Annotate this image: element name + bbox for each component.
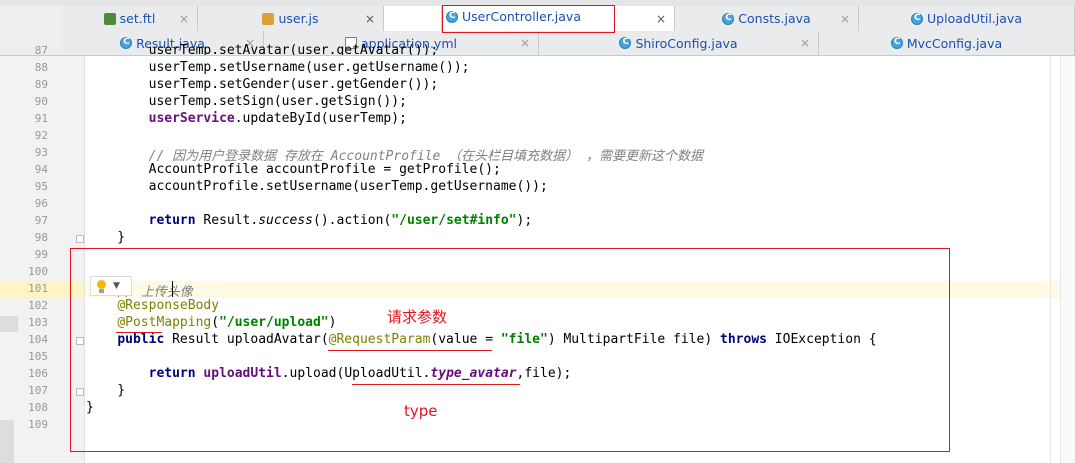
tab-label: UploadUtil.java (927, 11, 1022, 26)
code-line: userService.updateById(userTemp); (148, 111, 407, 126)
tab-consts-java[interactable]: Consts.java × (675, 6, 859, 31)
annotation-type: type (404, 402, 438, 420)
java-class-icon (890, 37, 903, 49)
java-class-icon (619, 37, 632, 49)
code-line: userTemp.setSign(user.getSign()); (86, 94, 407, 109)
close-icon[interactable]: × (365, 12, 375, 26)
tab-blank[interactable] (384, 6, 442, 31)
annotation-request-param: 请求参数 (387, 308, 448, 326)
tab-label: ShiroConfig.java (635, 35, 738, 51)
line-number: 105 (28, 350, 48, 363)
code-line: userTemp.setGender(user.getGender()); (86, 77, 439, 92)
tab-mvcconfig-java[interactable]: MvcConfig.java (819, 31, 1075, 55)
underline-uploadutil-type (352, 384, 520, 385)
close-icon[interactable]: × (179, 12, 189, 26)
line-number: 89 (34, 78, 48, 91)
tab-label: MvcConfig.java (906, 35, 1003, 51)
left-strip-marker (0, 420, 14, 463)
line-number: 87 (34, 44, 48, 57)
line-number: 94 (34, 163, 48, 176)
code-line: userTemp.setAvatar(user.getAvatar()); (86, 43, 439, 55)
line-number: 101 (28, 282, 48, 295)
code-line: AccountProfile accountProfile = getProfi… (86, 162, 501, 177)
tab-highlight-box (442, 5, 615, 33)
code-line: } (86, 230, 126, 245)
tab-label: Consts.java (738, 11, 811, 26)
left-strip-marker (0, 316, 18, 332)
line-number: 95 (34, 180, 48, 193)
line-number: 98 (34, 231, 48, 244)
close-icon[interactable]: × (656, 12, 666, 26)
tab-shiroconfig-java[interactable]: ShiroConfig.java × (539, 31, 819, 55)
underline-postmapping (116, 332, 162, 333)
close-icon[interactable]: × (840, 12, 850, 26)
code-highlight-box (70, 248, 950, 452)
java-class-icon (722, 12, 735, 25)
line-number: 104 (28, 333, 48, 346)
tab-label: user.js (278, 11, 319, 26)
code-line: accountProfile.setUsername(userTemp.getU… (86, 179, 548, 194)
ftl-file-icon (103, 12, 116, 25)
line-number: 102 (28, 299, 48, 312)
line-number: 107 (28, 384, 48, 397)
left-tool-strip (0, 56, 22, 463)
java-class-icon (911, 12, 924, 25)
line-number: 91 (34, 112, 48, 125)
line-number: 103 (28, 316, 48, 329)
code-line: userTemp.setUsername(user.getUsername())… (86, 60, 470, 75)
close-icon[interactable]: × (520, 36, 530, 50)
line-number: 93 (34, 146, 48, 159)
line-number: 97 (34, 214, 48, 227)
tab-set-ftl[interactable]: set.ftl × (62, 6, 198, 31)
code-line: return Result.success().action("/user/se… (148, 213, 533, 228)
vertical-scrollbar[interactable] (1060, 56, 1075, 463)
tab-user-js[interactable]: user.js × (198, 6, 384, 31)
tab-uploadutil-java[interactable]: UploadUtil.java (859, 6, 1075, 31)
js-file-icon (262, 12, 275, 25)
fold-marker-icon[interactable] (76, 235, 84, 243)
line-number: 100 (28, 265, 48, 278)
close-icon[interactable]: × (800, 36, 810, 50)
line-number: 92 (34, 129, 48, 142)
line-number: 99 (34, 248, 48, 261)
line-number: 96 (34, 197, 48, 210)
underline-requestparam (328, 350, 492, 351)
line-number: 88 (34, 61, 48, 74)
line-number: 109 (28, 418, 48, 431)
line-number: 90 (34, 95, 48, 108)
line-number: 108 (28, 401, 48, 414)
tab-label: set.ftl (119, 11, 156, 26)
line-number: 106 (28, 367, 48, 380)
right-margin-guide (1050, 56, 1051, 463)
